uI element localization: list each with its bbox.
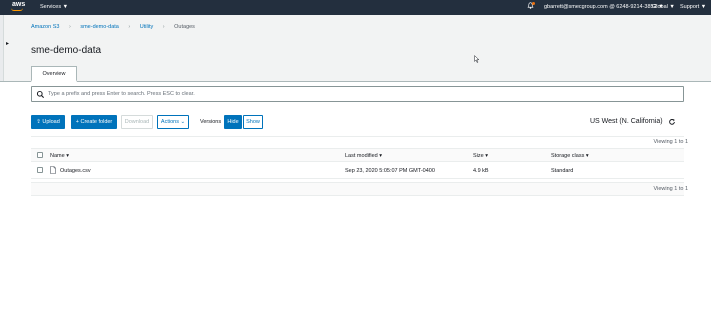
pagination-info-top: Viewing 1 to 1 (653, 139, 688, 145)
aws-smile-icon (11, 8, 23, 11)
column-header-last-modified[interactable]: Last modified ▾ (345, 153, 382, 159)
breadcrumb: Amazon S3 › sme-demo-data › Utility › Ou… (31, 24, 203, 30)
search-icon (36, 90, 45, 99)
actions-dropdown[interactable]: Actions ⌄ (157, 115, 189, 129)
bucket-region-label: US West (N. California) (590, 118, 663, 125)
search-placeholder: Type a prefix and press Enter to search.… (48, 91, 195, 97)
breadcrumb-bucket[interactable]: sme-demo-data (80, 24, 119, 30)
table-row[interactable]: Outages.csv Sep 23, 2020 5:05:07 PM GMT-… (31, 162, 684, 179)
breadcrumb-utility[interactable]: Utility (140, 24, 153, 30)
storage-class-cell: Standard (551, 168, 574, 174)
last-modified-cell: Sep 23, 2020 5:05:07 PM GMT-0400 (345, 168, 435, 174)
table-footer (31, 182, 684, 196)
create-folder-label: Create folder (80, 119, 113, 125)
tab-overview[interactable]: Overview (31, 66, 77, 82)
upload-icon: ⇪ (36, 119, 41, 125)
file-name-link[interactable]: Outages.csv (60, 168, 91, 174)
versions-hide-toggle[interactable]: Hide (224, 115, 242, 129)
breadcrumb-amazon-s3[interactable]: Amazon S3 (31, 24, 59, 30)
refresh-icon[interactable] (668, 118, 676, 126)
breadcrumb-separator: › (128, 24, 131, 30)
mouse-cursor-icon (474, 55, 480, 63)
table-top-border (31, 136, 684, 137)
upload-button[interactable]: ⇪ Upload (31, 115, 65, 129)
sidebar-expand-icon[interactable]: ▸ (6, 40, 9, 47)
download-button[interactable]: Download (121, 115, 153, 129)
versions-label: Versions (200, 119, 222, 125)
top-navigation-bar: aws Services ▼ gbarrett@smecgroup.com @ … (0, 0, 711, 15)
file-icon (50, 166, 56, 174)
aws-logo-text: aws (12, 1, 26, 8)
plus-icon: + (75, 119, 79, 125)
aws-logo[interactable]: aws (11, 1, 26, 11)
column-header-name[interactable]: Name ▾ (50, 153, 69, 159)
column-header-storage-class[interactable]: Storage class ▾ (551, 153, 589, 159)
support-menu[interactable]: Support ▼ (680, 4, 706, 10)
select-all-checkbox[interactable] (37, 152, 43, 158)
size-cell: 4.9 kB (473, 168, 489, 174)
upload-label: Upload (42, 119, 60, 125)
column-header-size[interactable]: Size ▾ (473, 153, 488, 159)
pagination-info-bottom: Viewing 1 to 1 (653, 186, 688, 192)
create-folder-button[interactable]: + Create folder (71, 115, 117, 129)
tab-divider (0, 81, 711, 82)
breadcrumb-current: Outages (174, 24, 195, 30)
search-input[interactable]: Type a prefix and press Enter to search.… (31, 86, 684, 102)
notification-dot (532, 2, 535, 5)
region-menu[interactable]: Global ▼ (652, 4, 675, 10)
account-menu[interactable]: gbarrett@smecgroup.com @ 6248-9214-3852 … (544, 4, 664, 10)
table-header: Name ▾ Last modified ▾ Size ▾ Storage cl… (31, 148, 684, 162)
breadcrumb-separator: › (162, 24, 165, 30)
row-checkbox[interactable] (37, 167, 43, 173)
versions-show-toggle[interactable]: Show (243, 115, 263, 129)
breadcrumb-separator: › (68, 24, 71, 30)
services-menu[interactable]: Services ▼ (40, 4, 68, 10)
page-title: sme-demo-data (31, 45, 102, 56)
